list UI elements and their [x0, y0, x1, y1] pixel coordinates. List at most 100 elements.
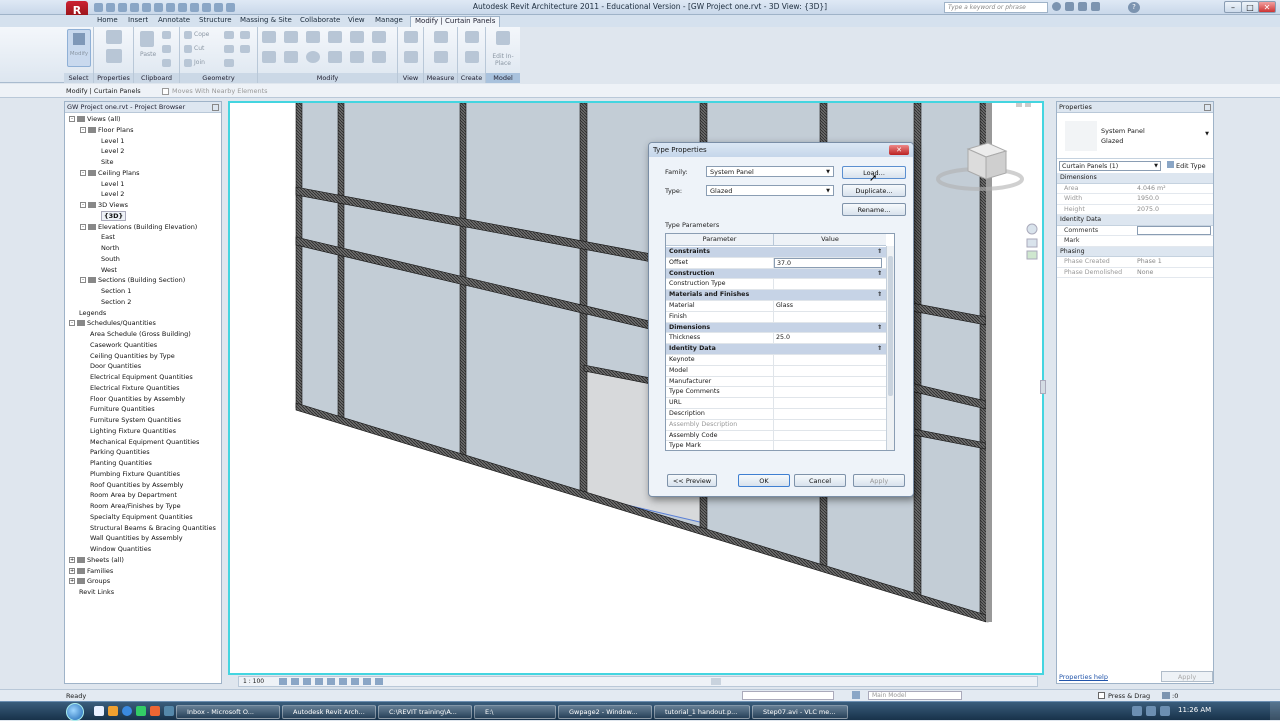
browser-tree-item[interactable]: East	[65, 232, 221, 243]
switch-windows-icon[interactable]	[226, 3, 235, 12]
create-group-icon[interactable]	[465, 51, 479, 63]
collapse-icon[interactable]: -	[80, 202, 86, 208]
collapse-group-icon[interactable]: ⇑	[877, 247, 882, 258]
collapse-group-icon[interactable]: ⇑	[877, 323, 882, 334]
browser-tree-item[interactable]: Furniture Quantities	[65, 404, 221, 415]
browser-tree-item[interactable]: Specialty Equipment Quantities	[65, 512, 221, 523]
open-icon[interactable]	[94, 3, 103, 12]
taskbar-window-button[interactable]: C:\REVIT training\A...	[378, 705, 472, 719]
browser-tree-item[interactable]: Site	[65, 157, 221, 168]
browser-tree-item[interactable]: Structural Beams & Bracing Quantities	[65, 523, 221, 534]
property-row[interactable]: Mark	[1057, 236, 1213, 247]
text-icon[interactable]	[154, 3, 163, 12]
align-icon[interactable]	[262, 31, 276, 43]
parameter-row[interactable]: Description	[666, 409, 894, 420]
dimension-icon[interactable]	[434, 51, 448, 63]
type-selector[interactable]: System Panel Glazed ▼	[1057, 113, 1213, 159]
browser-tree-item[interactable]: West	[65, 265, 221, 276]
copy-element-icon[interactable]	[284, 51, 298, 63]
browser-tree-item[interactable]: - Schedules/Quantities	[65, 318, 221, 329]
join-label[interactable]: Join	[194, 59, 205, 66]
quicklaunch-folder-icon[interactable]	[108, 706, 118, 716]
override-graphics-icon[interactable]	[404, 51, 418, 63]
family-dropdown[interactable]: System Panel ▼	[706, 166, 834, 177]
cancel-button[interactable]: Cancel	[794, 474, 846, 487]
join-icon[interactable]	[184, 59, 192, 67]
modify-button[interactable]: Modify	[67, 29, 91, 67]
parameter-row[interactable]: Finish	[666, 311, 894, 323]
edit-type-button[interactable]: Edit Type	[1167, 161, 1206, 170]
browser-tree-item[interactable]: + Sheets (all)	[65, 555, 221, 566]
thin-lines-icon[interactable]	[202, 3, 211, 12]
minimize-button[interactable]: –	[1224, 1, 1242, 13]
parameter-row[interactable]: Construction Type	[666, 279, 894, 291]
duplicate-button[interactable]: Duplicate...	[842, 184, 906, 197]
sun-path-icon[interactable]	[303, 678, 311, 685]
property-row[interactable]: Area 4.046 m²	[1057, 184, 1213, 194]
parameter-row[interactable]: Assembly Code	[666, 430, 894, 442]
collapse-icon[interactable]: -	[80, 169, 86, 176]
crop-icon[interactable]	[327, 678, 335, 685]
browser-tree-item[interactable]: Level 2	[65, 189, 221, 200]
3d-view-icon[interactable]	[178, 3, 187, 12]
browser-tree-item[interactable]: Section 2	[65, 297, 221, 308]
expand-icon[interactable]: +	[69, 578, 75, 585]
table-scrollbar-thumb[interactable]	[888, 256, 893, 396]
temp-hide-icon[interactable]	[363, 678, 371, 685]
cope-icon[interactable]	[184, 31, 192, 39]
property-value[interactable]	[1137, 225, 1211, 235]
edit-inplace-icon[interactable]	[496, 31, 510, 45]
browser-tree-item[interactable]: Revit Links	[65, 587, 221, 598]
reveal-hidden-icon[interactable]	[375, 678, 383, 685]
match-icon[interactable]	[162, 59, 171, 67]
array-icon[interactable]	[328, 51, 342, 63]
cope-label[interactable]: Cope	[194, 31, 209, 38]
browser-tree-item[interactable]: Mechanical Equipment Quantities	[65, 437, 221, 448]
collapse-group-icon[interactable]: ⇑	[877, 290, 882, 301]
start-button[interactable]	[66, 703, 84, 721]
tray-power-icon[interactable]	[1160, 706, 1170, 716]
tab-annotate[interactable]: Annotate	[158, 16, 190, 24]
browser-tree-item[interactable]: Room Area by Department	[65, 490, 221, 501]
parameter-row[interactable]: Model	[666, 365, 894, 377]
parameter-row[interactable]: Keynote	[666, 355, 894, 366]
browser-tree-item[interactable]: {3D}	[65, 210, 221, 222]
chevron-down-icon[interactable]: ▼	[1205, 131, 1209, 137]
properties-help-link[interactable]: Properties help	[1059, 673, 1108, 681]
browser-tree-item[interactable]: Level 2	[65, 146, 221, 157]
browser-tree-item[interactable]: South	[65, 254, 221, 265]
quicklaunch-revit-icon[interactable]	[150, 706, 160, 716]
browser-tree-item[interactable]: Planting Quantities	[65, 458, 221, 469]
parameter-group-row[interactable]: Identity Data ⇑	[666, 344, 894, 355]
measure-icon-ribbon[interactable]	[434, 31, 448, 43]
parameter-row[interactable]: Manufacturer	[666, 376, 894, 388]
close-icon[interactable]	[212, 104, 219, 111]
help-icon[interactable]: ?	[1128, 2, 1140, 13]
browser-tree-item[interactable]: Electrical Fixture Quantities	[65, 383, 221, 394]
save-icon[interactable]	[106, 3, 115, 12]
browser-tree-item[interactable]: Section 1	[65, 286, 221, 297]
create-similar-icon[interactable]	[465, 31, 479, 43]
rotate-icon[interactable]	[306, 51, 320, 63]
properties-icon[interactable]	[106, 49, 122, 63]
filter-icon[interactable]	[1162, 692, 1170, 699]
browser-tree-item[interactable]: - Elevations (Building Elevation)	[65, 222, 221, 233]
type-properties-icon[interactable]	[106, 30, 122, 44]
taskbar-window-button[interactable]: E:\	[474, 705, 556, 719]
close-button[interactable]: ✕	[1258, 1, 1276, 13]
parameter-group-row[interactable]: Construction ⇑	[666, 268, 894, 280]
table-scrollbar[interactable]	[886, 246, 894, 450]
paste-icon[interactable]	[140, 31, 154, 47]
workset-dropdown[interactable]	[742, 691, 834, 700]
move-icon[interactable]	[262, 51, 276, 63]
paint-icon[interactable]	[240, 31, 250, 39]
search-input[interactable]: Type a keyword or phrase	[944, 2, 1048, 13]
press-drag-checkbox[interactable]	[1098, 692, 1105, 699]
tray-volume-icon[interactable]	[1146, 706, 1156, 716]
browser-tree-item[interactable]: Casework Quantities	[65, 340, 221, 351]
3d-view-canvas[interactable]	[228, 101, 1044, 675]
browser-tree-item[interactable]: Area Schedule (Gross Building)	[65, 329, 221, 340]
navigation-bar[interactable]	[1026, 223, 1038, 260]
quicklaunch-word-icon[interactable]	[164, 706, 174, 716]
parameter-group-row[interactable]: Constraints ⇑	[666, 247, 894, 258]
